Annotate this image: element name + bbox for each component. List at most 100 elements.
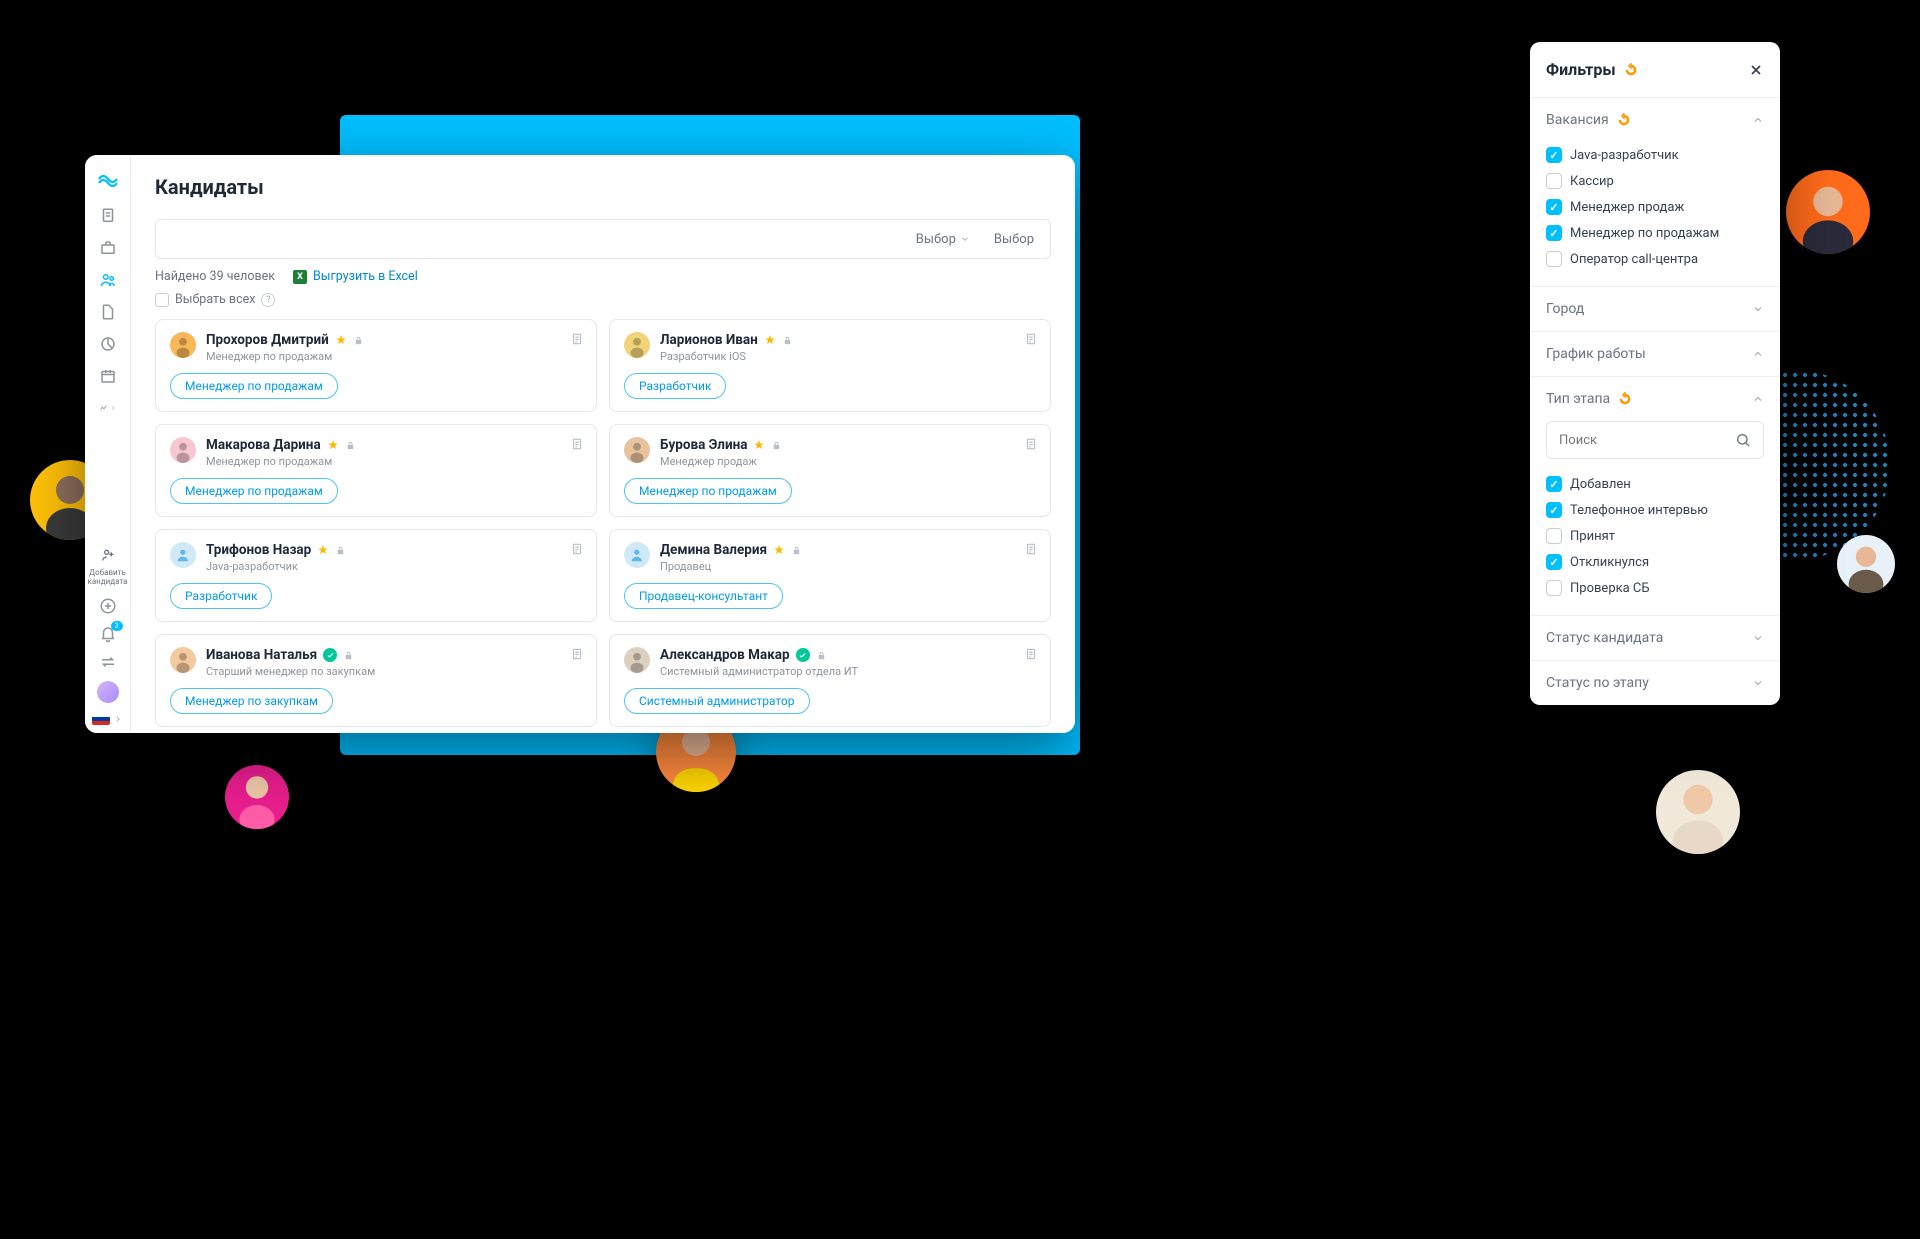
nav-calendar-icon[interactable] (99, 367, 117, 385)
filter-checkbox[interactable] (1546, 580, 1562, 596)
notification-badge: 3 (111, 621, 123, 631)
user-avatar[interactable] (97, 681, 119, 703)
filter-option[interactable]: Добавлен (1546, 471, 1764, 497)
vacancy-tag[interactable]: Менеджер по закупкам (170, 688, 333, 714)
filter-header-schedule[interactable]: График работы (1530, 332, 1780, 376)
chevron-up-icon (1752, 348, 1764, 360)
star-icon (753, 439, 765, 451)
candidate-name: Ларионов Иван (660, 332, 1036, 348)
nav-chart-icon[interactable] (99, 335, 117, 353)
candidate-card[interactable]: Демина Валерия Продавец Продавец-консульт… (609, 529, 1051, 622)
select-all-checkbox[interactable] (155, 293, 169, 307)
filter-header-cand-status[interactable]: Статус кандидата (1530, 616, 1780, 660)
page-title: Кандидаты (155, 175, 1051, 199)
filter-option[interactable]: Телефонное интервью (1546, 497, 1764, 523)
candidate-card[interactable]: Александров Макар Системный администрато… (609, 634, 1051, 727)
candidate-role: Продавец (660, 560, 1036, 573)
reset-icon[interactable] (1618, 392, 1632, 406)
candidate-card[interactable]: Иванова Наталья Старший менеджер по заку… (155, 634, 597, 727)
vacancy-tag[interactable]: Менеджер по продажам (170, 478, 338, 504)
vacancy-tag[interactable]: Разработчик (624, 373, 726, 399)
avatar (170, 647, 196, 673)
filter-checkbox[interactable] (1546, 528, 1562, 544)
vacancy-tag[interactable]: Системный администратор (624, 688, 810, 714)
filter-option[interactable]: Менеджер продаж (1546, 194, 1764, 220)
candidate-name: Демина Валерия (660, 542, 1036, 558)
filter-checkbox[interactable] (1546, 554, 1562, 570)
candidate-role: Разработчик iOS (660, 350, 1036, 363)
results-count: Найдено 39 человек (155, 269, 275, 284)
document-icon[interactable] (570, 542, 584, 556)
close-icon[interactable] (1748, 62, 1764, 78)
decorative-avatar (1786, 170, 1870, 254)
document-icon[interactable] (570, 437, 584, 451)
nav-briefcase-icon[interactable] (99, 239, 117, 257)
filter-section-schedule: График работы (1530, 332, 1780, 377)
candidate-role: Менеджер по продажам (206, 455, 582, 468)
app-window: Добавить кандидата 3 Кандидаты Выбор Выб… (85, 155, 1075, 733)
filter-checkbox[interactable] (1546, 199, 1562, 215)
vacancy-tag[interactable]: Менеджер по продажам (170, 373, 338, 399)
avatar (170, 332, 196, 358)
notifications-icon[interactable]: 3 (99, 625, 117, 643)
selector-1[interactable]: Выбор (916, 232, 970, 247)
nav-documents-icon[interactable] (99, 207, 117, 225)
chevron-up-icon (1752, 393, 1764, 405)
stage-search-field[interactable] (1559, 433, 1735, 448)
nav-file-icon[interactable] (99, 303, 117, 321)
filter-header-city[interactable]: Город (1530, 287, 1780, 331)
document-icon[interactable] (570, 647, 584, 661)
nav-candidates-icon[interactable] (99, 271, 117, 289)
filter-option[interactable]: Кассир (1546, 168, 1764, 194)
candidate-card[interactable]: Макарова Дарина Менеджер по продажамМене… (155, 424, 597, 517)
document-icon[interactable] (1024, 437, 1038, 451)
candidate-name: Трифонов Назар (206, 542, 582, 558)
search-bar[interactable]: Выбор Выбор (155, 219, 1051, 259)
document-icon[interactable] (570, 332, 584, 346)
filter-option-label: Принят (1570, 529, 1615, 544)
candidate-card[interactable]: Бурова Элина Менеджер продажМенеджер по … (609, 424, 1051, 517)
filter-option[interactable]: Принят (1546, 523, 1764, 549)
help-icon[interactable]: ? (261, 293, 275, 307)
filter-option[interactable]: Java-разработчик (1546, 142, 1764, 168)
filter-checkbox[interactable] (1546, 476, 1562, 492)
filter-header-stage[interactable]: Тип этапа (1530, 377, 1780, 421)
add-icon[interactable] (99, 597, 117, 615)
vacancy-tag[interactable]: Менеджер по продажам (624, 478, 792, 504)
document-icon[interactable] (1024, 542, 1038, 556)
decorative-avatar (225, 765, 289, 829)
nav-analytics-icon[interactable] (99, 399, 117, 417)
stage-search-input[interactable] (1546, 421, 1764, 459)
reset-icon[interactable] (1624, 63, 1638, 77)
filter-header-stage-status[interactable]: Статус по этапу (1530, 661, 1780, 705)
chevron-up-icon (1752, 114, 1764, 126)
filter-option[interactable]: Менеджер по продажам (1546, 220, 1764, 246)
filter-checkbox[interactable] (1546, 173, 1562, 189)
decorative-avatar (1837, 535, 1895, 593)
export-excel-link[interactable]: X Выгрузить в Excel (293, 269, 418, 284)
vacancy-tag[interactable]: Продавец-консультант (624, 583, 783, 609)
reset-icon[interactable] (1617, 113, 1631, 127)
filter-option[interactable]: Откликнулся (1546, 549, 1764, 575)
filter-checkbox[interactable] (1546, 225, 1562, 241)
filter-checkbox[interactable] (1546, 502, 1562, 518)
add-candidate-button[interactable]: Добавить кандидата (85, 547, 130, 587)
filter-option[interactable]: Проверка СБ (1546, 575, 1764, 601)
candidate-name: Бурова Элина (660, 437, 1036, 453)
document-icon[interactable] (1024, 332, 1038, 346)
filter-checkbox[interactable] (1546, 147, 1562, 163)
excel-icon: X (293, 270, 307, 284)
select-all-label: Выбрать всех (175, 292, 255, 307)
logo[interactable] (96, 167, 120, 191)
candidate-card[interactable]: Прохоров Дмитрий Менеджер по продажамМен… (155, 319, 597, 412)
filter-option[interactable]: Оператор call-центра (1546, 246, 1764, 272)
filter-header-vacancy[interactable]: Вакансия (1530, 98, 1780, 142)
language-selector[interactable] (92, 713, 123, 725)
transfer-icon[interactable] (99, 653, 117, 671)
document-icon[interactable] (1024, 647, 1038, 661)
filter-checkbox[interactable] (1546, 251, 1562, 267)
vacancy-tag[interactable]: Разработчик (170, 583, 272, 609)
candidate-card[interactable]: Ларионов Иван Разработчик iOS Разработчик (609, 319, 1051, 412)
candidate-card[interactable]: Трифонов Назар Java-разработчикРазработч… (155, 529, 597, 622)
selector-2[interactable]: Выбор (994, 232, 1034, 247)
